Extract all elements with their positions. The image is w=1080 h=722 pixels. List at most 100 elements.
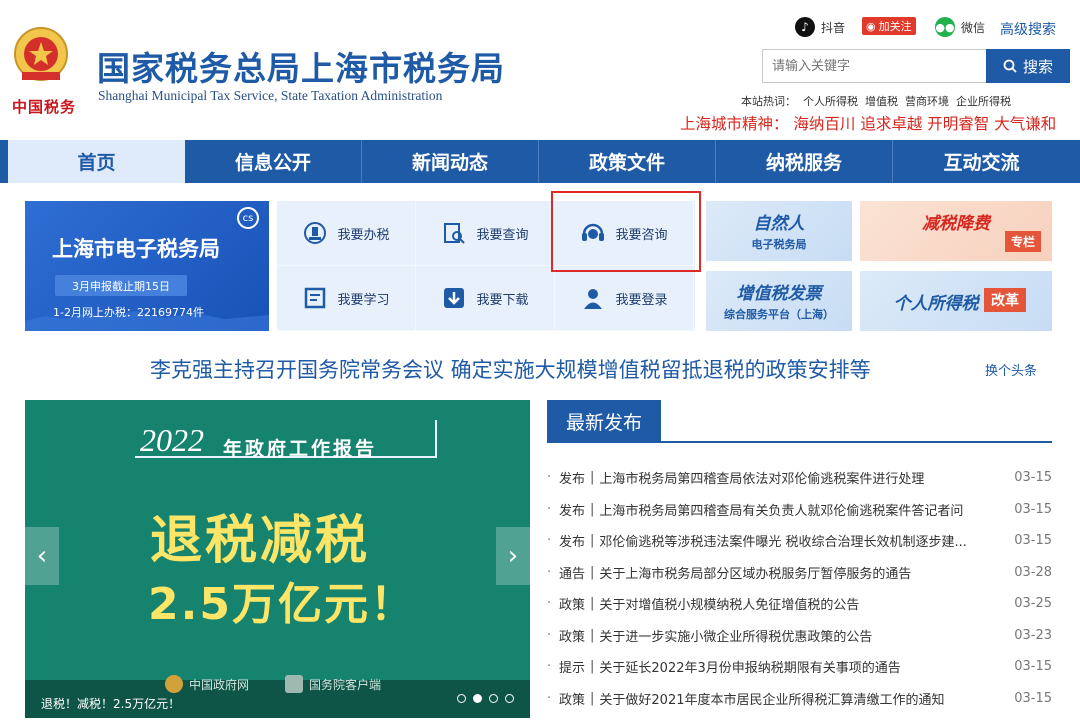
promo-iit-reform[interactable]: 个人所得税 改革 — [860, 271, 1052, 331]
news-title: 关于进一步实施小微企业所得税优惠政策的公告 — [599, 629, 873, 645]
advanced-search-link[interactable]: 高级搜索 — [1000, 19, 1056, 39]
carousel-year: 2022 — [140, 422, 204, 458]
separator: | — [590, 596, 595, 612]
wechat-label: 微信 — [961, 20, 986, 35]
bullet: · — [547, 596, 552, 612]
nav-news[interactable]: 新闻动态 — [362, 140, 539, 183]
promo-title: 自然人 — [753, 214, 805, 234]
customer-service-icon[interactable]: cs — [237, 207, 259, 229]
service-label: 我要查询 — [476, 227, 529, 243]
hot-word[interactable]: 营商环境 — [905, 95, 949, 108]
search-button[interactable]: 搜索 — [986, 49, 1070, 83]
promo-sub: 电子税务局 — [751, 238, 807, 251]
online-tax-stat: 1-2月网上办税：22169774件 — [53, 306, 204, 319]
search-input[interactable] — [762, 49, 986, 83]
news-title: 关于做好2021年度本市居民企业所得税汇算清缴工作的通知 — [599, 692, 945, 708]
promo-natural-person-etax[interactable]: 自然人 电子税务局 — [706, 201, 852, 261]
separator: | — [590, 564, 595, 580]
gov-emblem-icon — [165, 675, 183, 693]
wechat-link[interactable]: ●● 微信 — [935, 17, 985, 37]
bullet: · — [547, 533, 552, 549]
consult-highlight-box — [551, 191, 701, 272]
news-item[interactable]: · 通告 | 关于上海市税务局部分区域办税服务厅暂停服务的通告 03-28 — [547, 557, 1052, 589]
news-date: 03-15 — [1014, 690, 1052, 706]
search-icon — [1003, 59, 1017, 73]
carousel-main-text: 退税减税 — [150, 511, 371, 571]
service-handle-tax[interactable]: 我要办税 — [277, 201, 416, 266]
site-header: 中国税务 国家税务总局上海市税务局 Shanghai Municipal Tax… — [0, 0, 1080, 140]
news-date: 03-15 — [1014, 533, 1052, 549]
news-category: 提示 — [559, 661, 586, 677]
news-item[interactable]: · 政策 | 关于对增值税小规模纳税人免征增值税的公告 03-25 — [547, 588, 1052, 620]
promo-tax-reduction[interactable]: 减税降费 专栏 — [860, 201, 1052, 261]
carousel-dot[interactable] — [505, 694, 514, 703]
main-nav: 首页 信息公开 新闻动态 政策文件 纳税服务 互动交流 — [0, 140, 1080, 183]
news-category: 发布 — [559, 472, 586, 488]
site-title[interactable]: 国家税务总局上海市税务局 — [97, 42, 505, 90]
hot-word[interactable]: 个人所得税 — [803, 95, 858, 108]
gov-cn-label: 中国政府网 — [189, 677, 250, 692]
service-login[interactable]: 我要登录 — [555, 266, 694, 331]
promo-title: 增值税发票 — [736, 284, 822, 304]
weibo-follow-label: 加关注 — [878, 20, 912, 33]
nav-policy-docs[interactable]: 政策文件 — [539, 140, 716, 183]
nav-interaction[interactable]: 互动交流 — [893, 140, 1070, 183]
news-title: 关于对增值税小规模纳税人免征增值税的公告 — [599, 598, 860, 614]
news-divider — [547, 441, 1052, 443]
news-date: 03-15 — [1014, 501, 1052, 517]
carousel-dot[interactable] — [489, 694, 498, 703]
promo-sub: 综合服务平台（上海） — [724, 308, 834, 321]
news-item[interactable]: · 政策 | 关于做好2021年度本市居民企业所得税汇算清缴工作的通知 03-15 — [547, 683, 1052, 715]
headline-news[interactable]: 李克强主持召开国务院常务会议 确定实施大规模增值税留抵退税的政策安排等 — [150, 354, 871, 384]
service-label: 我要办税 — [337, 227, 390, 243]
weibo-follow-button[interactable]: ◉ 加关注 — [862, 17, 916, 35]
carousel-dot[interactable] — [457, 694, 466, 703]
gov-cn-logo: 中国政府网 — [165, 675, 249, 693]
service-query[interactable]: 我要查询 — [416, 201, 555, 266]
promo-badge: 改革 — [984, 288, 1026, 312]
hot-word[interactable]: 增值税 — [865, 95, 898, 108]
promo-vat-invoice-platform[interactable]: 增值税发票 综合服务平台（上海） — [706, 271, 852, 331]
latest-news-list: · 发布 | 上海市税务局第四稽查局依法对邓伦偷逃税案件进行处理 03-15 · 发布 | 上… — [547, 462, 1052, 714]
carousel-dot-active[interactable] — [473, 694, 482, 703]
chevron-left-icon: ‹ — [36, 541, 48, 571]
etax-title: 上海市电子税务局 — [52, 237, 220, 261]
separator: | — [590, 501, 595, 517]
news-item[interactable]: · 发布 | 邓伦偷逃税等涉税违法案件曝光 税收综合治理长效机制逐步建... 03-15 — [547, 525, 1052, 557]
douyin-label: 抖音 — [821, 20, 846, 35]
latest-news-tab[interactable]: 最新发布 — [547, 400, 661, 443]
bullet: · — [547, 564, 552, 580]
nav-tax-service[interactable]: 纳税服务 — [716, 140, 893, 183]
news-item[interactable]: · 提示 | 关于延长2022年3月份申报纳税期限有关事项的通告 03-15 — [547, 651, 1052, 683]
news-title: 上海市税务局第四稽查局依法对邓伦偷逃税案件进行处理 — [599, 472, 925, 488]
service-learn[interactable]: 我要学习 — [277, 266, 416, 331]
service-download[interactable]: 我要下载 — [416, 266, 555, 331]
nav-info-disclosure[interactable]: 信息公开 — [185, 140, 362, 183]
news-title: 邓伦偷逃税等涉税违法案件曝光 税收综合治理长效机制逐步建... — [599, 535, 967, 551]
banner-carousel[interactable]: 2022 年政府工作报告 退税减税 2.5万亿元！ 中国政府网 国务院客户端 退… — [25, 400, 530, 718]
nav-home[interactable]: 首页 — [8, 140, 185, 183]
carousel-prev-button[interactable]: ‹ — [25, 527, 59, 585]
service-label: 我要登录 — [615, 292, 668, 308]
bullet: · — [547, 470, 552, 486]
news-category: 发布 — [559, 535, 586, 551]
news-item[interactable]: · 政策 | 关于进一步实施小微企业所得税优惠政策的公告 03-23 — [547, 620, 1052, 652]
douyin-link[interactable]: ♪ 抖音 — [795, 17, 845, 37]
search-button-label: 搜索 — [1022, 57, 1053, 76]
bullet: · — [547, 627, 552, 643]
news-date: 03-23 — [1014, 627, 1052, 643]
news-category: 通告 — [559, 566, 586, 582]
change-headline-link[interactable]: 换个头条 — [985, 360, 1037, 379]
download-icon — [441, 285, 467, 311]
news-title: 关于上海市税务局部分区域办税服务厅暂停服务的通告 — [599, 566, 912, 582]
hot-word[interactable]: 企业所得税 — [956, 95, 1011, 108]
separator: | — [590, 470, 595, 486]
news-category: 发布 — [559, 503, 586, 519]
carousel-next-button[interactable]: › — [496, 527, 530, 585]
news-date: 03-28 — [1014, 564, 1052, 580]
news-item[interactable]: · 发布 | 上海市税务局第四稽查局有关负责人就邓伦偷逃税案件答记者问 03-15 — [547, 494, 1052, 526]
carousel-caption: 退税！减税！2.5万亿元！ — [41, 697, 181, 711]
hot-words-label: 本站热词： — [741, 95, 796, 108]
news-item[interactable]: · 发布 | 上海市税务局第四稽查局依法对邓伦偷逃税案件进行处理 03-15 — [547, 462, 1052, 494]
etax-bureau-panel[interactable]: cs 上海市电子税务局 3月申报截止期15日 1-2月网上办税：22169774… — [25, 201, 269, 331]
